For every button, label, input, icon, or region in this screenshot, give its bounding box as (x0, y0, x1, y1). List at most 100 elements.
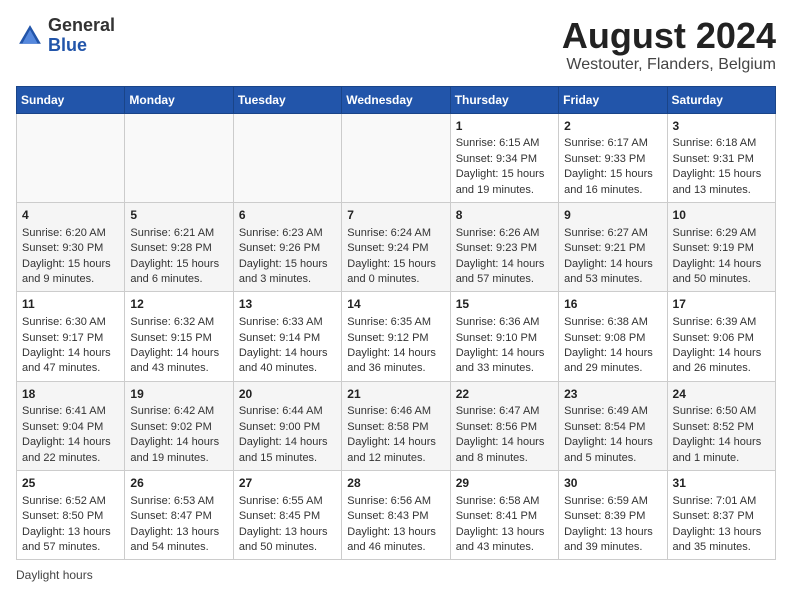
day-number: 19 (130, 386, 227, 403)
day-detail: Sunrise: 6:26 AM (456, 226, 553, 241)
calendar-cell: 12Sunrise: 6:32 AMSunset: 9:15 PMDayligh… (125, 292, 233, 381)
day-number: 3 (673, 118, 770, 135)
day-detail: Sunrise: 7:01 AM (673, 494, 770, 509)
day-number: 6 (239, 207, 336, 224)
title-block: August 2024 Westouter, Flanders, Belgium (562, 16, 776, 74)
day-detail: Sunrise: 6:32 AM (130, 315, 227, 330)
day-number: 30 (564, 475, 661, 492)
day-number: 16 (564, 296, 661, 313)
day-number: 14 (347, 296, 444, 313)
calendar-cell: 10Sunrise: 6:29 AMSunset: 9:19 PMDayligh… (667, 202, 775, 291)
day-detail: Daylight: 14 hours (239, 435, 336, 450)
calendar-cell (233, 113, 341, 202)
day-detail: Sunrise: 6:36 AM (456, 315, 553, 330)
day-detail: and 5 minutes. (564, 451, 661, 466)
day-detail: and 53 minutes. (564, 272, 661, 287)
day-detail: Sunset: 8:50 PM (22, 509, 119, 524)
logo-icon (16, 22, 44, 50)
day-detail: Daylight: 13 hours (22, 525, 119, 540)
day-detail: Daylight: 14 hours (673, 257, 770, 272)
day-detail: Sunrise: 6:38 AM (564, 315, 661, 330)
calendar-cell: 2Sunrise: 6:17 AMSunset: 9:33 PMDaylight… (559, 113, 667, 202)
day-detail: Sunset: 8:54 PM (564, 420, 661, 435)
day-number: 17 (673, 296, 770, 313)
calendar-cell: 19Sunrise: 6:42 AMSunset: 9:02 PMDayligh… (125, 381, 233, 470)
day-detail: and 13 minutes. (673, 183, 770, 198)
day-detail: Sunset: 9:33 PM (564, 152, 661, 167)
day-detail: Daylight: 14 hours (347, 346, 444, 361)
day-detail: Sunset: 9:21 PM (564, 241, 661, 256)
day-detail: Daylight: 15 hours (22, 257, 119, 272)
logo-general: General (48, 15, 115, 35)
calendar-cell: 11Sunrise: 6:30 AMSunset: 9:17 PMDayligh… (17, 292, 125, 381)
day-detail: Sunrise: 6:15 AM (456, 136, 553, 151)
day-number: 2 (564, 118, 661, 135)
day-detail: Daylight: 14 hours (456, 435, 553, 450)
logo-blue: Blue (48, 35, 87, 55)
day-detail: Daylight: 14 hours (564, 346, 661, 361)
day-detail: and 1 minute. (673, 451, 770, 466)
day-detail: Sunset: 8:58 PM (347, 420, 444, 435)
day-detail: Sunrise: 6:52 AM (22, 494, 119, 509)
calendar-cell: 23Sunrise: 6:49 AMSunset: 8:54 PMDayligh… (559, 381, 667, 470)
day-number: 18 (22, 386, 119, 403)
day-number: 5 (130, 207, 227, 224)
footer-text: Daylight hours (16, 568, 93, 582)
day-detail: Daylight: 14 hours (22, 346, 119, 361)
calendar-day-header: Friday (559, 86, 667, 113)
day-detail: Sunrise: 6:47 AM (456, 404, 553, 419)
day-detail: Sunset: 9:24 PM (347, 241, 444, 256)
day-detail: Sunset: 9:19 PM (673, 241, 770, 256)
calendar-cell: 27Sunrise: 6:55 AMSunset: 8:45 PMDayligh… (233, 471, 341, 560)
day-detail: Sunset: 8:39 PM (564, 509, 661, 524)
calendar-cell: 30Sunrise: 6:59 AMSunset: 8:39 PMDayligh… (559, 471, 667, 560)
day-number: 29 (456, 475, 553, 492)
day-number: 10 (673, 207, 770, 224)
day-detail: and 6 minutes. (130, 272, 227, 287)
logo-text: General Blue (48, 16, 115, 56)
day-number: 26 (130, 475, 227, 492)
day-detail: Daylight: 13 hours (347, 525, 444, 540)
day-detail: Sunset: 9:14 PM (239, 331, 336, 346)
day-detail: Sunrise: 6:17 AM (564, 136, 661, 151)
day-number: 20 (239, 386, 336, 403)
day-detail: and 16 minutes. (564, 183, 661, 198)
calendar-cell: 31Sunrise: 7:01 AMSunset: 8:37 PMDayligh… (667, 471, 775, 560)
calendar-day-header: Tuesday (233, 86, 341, 113)
day-detail: Sunrise: 6:49 AM (564, 404, 661, 419)
day-detail: and 57 minutes. (456, 272, 553, 287)
day-detail: Sunset: 9:15 PM (130, 331, 227, 346)
day-detail: Sunset: 9:30 PM (22, 241, 119, 256)
day-detail: Daylight: 14 hours (22, 435, 119, 450)
day-detail: and 12 minutes. (347, 451, 444, 466)
calendar-cell: 15Sunrise: 6:36 AMSunset: 9:10 PMDayligh… (450, 292, 558, 381)
day-detail: Sunset: 9:04 PM (22, 420, 119, 435)
day-detail: Daylight: 14 hours (239, 346, 336, 361)
calendar-cell: 8Sunrise: 6:26 AMSunset: 9:23 PMDaylight… (450, 202, 558, 291)
calendar-week-row: 1Sunrise: 6:15 AMSunset: 9:34 PMDaylight… (17, 113, 776, 202)
day-detail: Daylight: 14 hours (673, 346, 770, 361)
day-detail: Daylight: 14 hours (673, 435, 770, 450)
day-detail: Sunrise: 6:42 AM (130, 404, 227, 419)
day-detail: Sunset: 9:08 PM (564, 331, 661, 346)
day-number: 12 (130, 296, 227, 313)
calendar-week-row: 25Sunrise: 6:52 AMSunset: 8:50 PMDayligh… (17, 471, 776, 560)
day-detail: and 29 minutes. (564, 361, 661, 376)
day-detail: and 39 minutes. (564, 540, 661, 555)
day-detail: and 8 minutes. (456, 451, 553, 466)
calendar-cell: 18Sunrise: 6:41 AMSunset: 9:04 PMDayligh… (17, 381, 125, 470)
day-detail: Sunset: 8:56 PM (456, 420, 553, 435)
day-detail: Sunset: 9:17 PM (22, 331, 119, 346)
day-detail: Sunrise: 6:56 AM (347, 494, 444, 509)
day-detail: and 57 minutes. (22, 540, 119, 555)
day-detail: and 47 minutes. (22, 361, 119, 376)
day-detail: Sunrise: 6:53 AM (130, 494, 227, 509)
day-detail: Daylight: 14 hours (130, 435, 227, 450)
day-detail: Sunset: 9:12 PM (347, 331, 444, 346)
day-number: 27 (239, 475, 336, 492)
day-detail: Sunrise: 6:58 AM (456, 494, 553, 509)
day-number: 25 (22, 475, 119, 492)
day-detail: Sunrise: 6:55 AM (239, 494, 336, 509)
calendar-cell: 13Sunrise: 6:33 AMSunset: 9:14 PMDayligh… (233, 292, 341, 381)
day-detail: Sunset: 9:34 PM (456, 152, 553, 167)
